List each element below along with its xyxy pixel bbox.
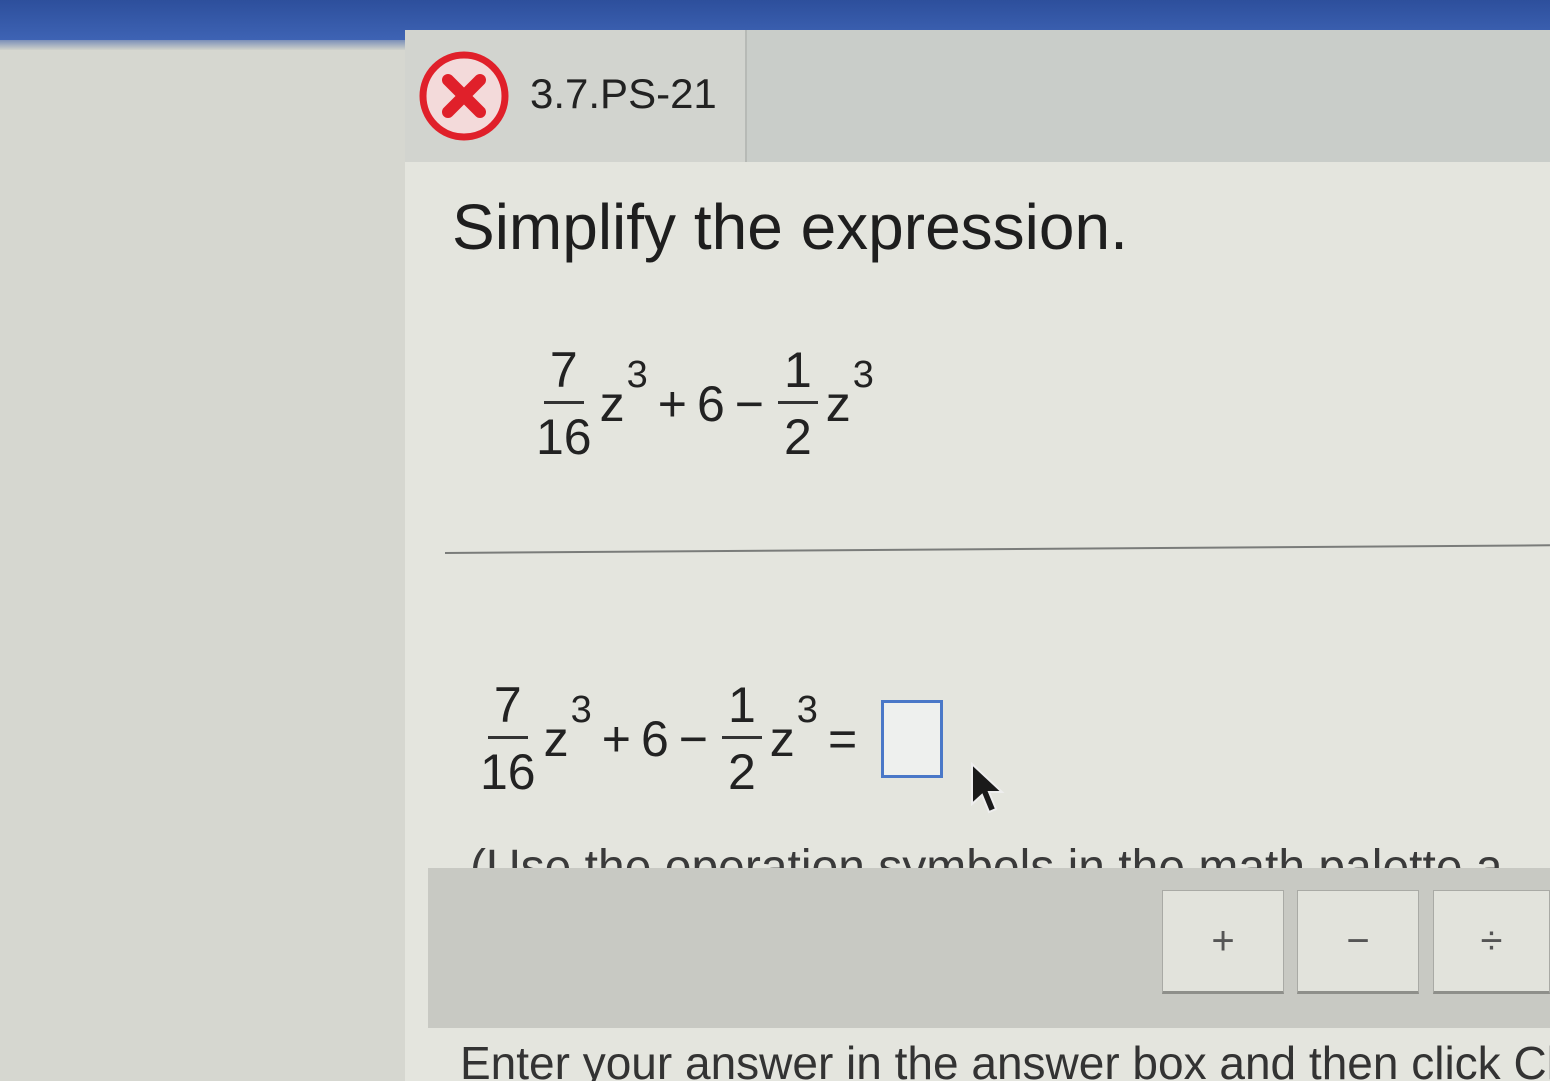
exponent: 3 xyxy=(570,689,592,731)
x-circle-icon xyxy=(419,51,509,141)
fraction-numerator: 1 xyxy=(721,680,762,739)
fraction-denominator: 2 xyxy=(783,409,812,465)
footer-instruction: Enter your answer in the answer box and … xyxy=(460,1037,1550,1081)
equals-sign: = xyxy=(827,710,858,767)
question-instruction: Simplify the expression. xyxy=(452,191,1128,263)
variable: z xyxy=(769,710,795,767)
fraction-denominator: 2 xyxy=(727,744,756,800)
minus-operator: − xyxy=(734,375,764,432)
answer-input-box[interactable] xyxy=(881,699,944,778)
fraction-term1: 7 16 xyxy=(536,345,592,462)
mouse-pointer-icon xyxy=(971,762,1005,814)
fraction-term2: 1 2 xyxy=(721,680,762,800)
palette-plus-button[interactable]: + xyxy=(1162,890,1284,994)
plus-operator: + xyxy=(657,375,687,432)
fraction-numerator: 1 xyxy=(777,345,818,404)
fraction-denominator: 16 xyxy=(480,744,536,800)
variable: z xyxy=(543,710,569,767)
palette-divide-button[interactable]: ÷ xyxy=(1433,890,1550,994)
exponent: 3 xyxy=(796,689,818,731)
exponent: 3 xyxy=(852,354,874,396)
minus-operator: − xyxy=(678,710,708,767)
exponent: 3 xyxy=(626,354,648,396)
problem-id: 3.7.PS-21 xyxy=(530,70,717,117)
fraction-numerator: 7 xyxy=(487,680,528,739)
plus-operator: + xyxy=(601,710,631,767)
fraction-numerator: 7 xyxy=(543,345,584,404)
constant: 6 xyxy=(640,710,669,767)
fraction-term1: 7 16 xyxy=(480,680,536,797)
fraction-denominator: 16 xyxy=(536,409,592,465)
answer-equation: 7 16 z3 + 6 − 1 2 z3 = xyxy=(476,680,944,800)
constant: 6 xyxy=(696,375,725,432)
palette-minus-button[interactable]: − xyxy=(1297,890,1419,994)
variable: z xyxy=(599,375,625,432)
fraction-term2: 1 2 xyxy=(777,345,818,465)
left-panel xyxy=(0,50,405,1081)
variable: z xyxy=(825,375,851,432)
expression-display: 7 16 z3 + 6 − 1 2 z3 xyxy=(532,345,874,462)
